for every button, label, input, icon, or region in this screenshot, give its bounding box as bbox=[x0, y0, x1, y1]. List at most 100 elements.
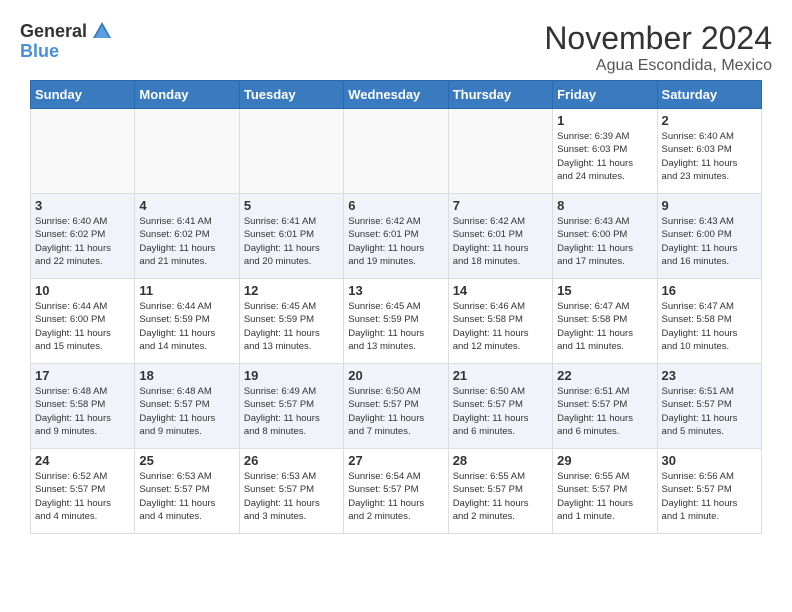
calendar-day bbox=[135, 109, 239, 194]
day-number: 7 bbox=[453, 198, 548, 213]
calendar-week-row: 10Sunrise: 6:44 AM Sunset: 6:00 PM Dayli… bbox=[31, 279, 762, 364]
header-monday: Monday bbox=[135, 81, 239, 109]
header-tuesday: Tuesday bbox=[239, 81, 343, 109]
calendar-day: 2 Sunrise: 6:40 AM Sunset: 6:03 PM Daylig… bbox=[657, 109, 761, 194]
day-number: 18 bbox=[139, 368, 234, 383]
header: General Blue November 2024 Agua Escondid… bbox=[10, 10, 782, 80]
logo-icon bbox=[91, 20, 113, 42]
day-number: 21 bbox=[453, 368, 548, 383]
day-info: Sunrise: 6:54 AM Sunset: 5:57 PM Dayligh… bbox=[348, 470, 443, 523]
day-info: Sunrise: 6:48 AM Sunset: 5:58 PM Dayligh… bbox=[35, 385, 130, 438]
header-wednesday: Wednesday bbox=[344, 81, 448, 109]
calendar-week-row: 3Sunrise: 6:40 AM Sunset: 6:02 PM Daylig… bbox=[31, 194, 762, 279]
day-number: 24 bbox=[35, 453, 130, 468]
day-number: 13 bbox=[348, 283, 443, 298]
day-number: 6 bbox=[348, 198, 443, 213]
day-info: Sunrise: 6:45 AM Sunset: 5:59 PM Dayligh… bbox=[244, 300, 339, 353]
day-number: 3 bbox=[35, 198, 130, 213]
logo-blue: Blue bbox=[20, 41, 59, 61]
calendar-day bbox=[344, 109, 448, 194]
month-title: November 2024 bbox=[544, 20, 772, 57]
calendar-day: 30 Sunrise: 6:56 AM Sunset: 5:57 PM Dayli… bbox=[657, 449, 761, 534]
day-info: Sunrise: 6:53 AM Sunset: 5:57 PM Dayligh… bbox=[244, 470, 339, 523]
day-info: Sunrise: 6:51 AM Sunset: 5:57 PM Dayligh… bbox=[557, 385, 652, 438]
header-saturday: Saturday bbox=[657, 81, 761, 109]
day-number: 11 bbox=[139, 283, 234, 298]
calendar-day: 13 Sunrise: 6:45 AM Sunset: 5:59 PM Dayli… bbox=[344, 279, 448, 364]
calendar-day: 25 Sunrise: 6:53 AM Sunset: 5:57 PM Dayli… bbox=[135, 449, 239, 534]
day-info: Sunrise: 6:43 AM Sunset: 6:00 PM Dayligh… bbox=[557, 215, 652, 268]
calendar-day bbox=[239, 109, 343, 194]
day-info: Sunrise: 6:41 AM Sunset: 6:01 PM Dayligh… bbox=[244, 215, 339, 268]
day-number: 22 bbox=[557, 368, 652, 383]
calendar-day: 15Sunrise: 6:47 AM Sunset: 5:58 PM Dayli… bbox=[553, 279, 657, 364]
calendar-day bbox=[448, 109, 552, 194]
day-info: Sunrise: 6:47 AM Sunset: 5:58 PM Dayligh… bbox=[557, 300, 652, 353]
day-number: 26 bbox=[244, 453, 339, 468]
calendar-day: 5 Sunrise: 6:41 AM Sunset: 6:01 PM Daylig… bbox=[239, 194, 343, 279]
day-number: 4 bbox=[139, 198, 234, 213]
calendar-day: 4 Sunrise: 6:41 AM Sunset: 6:02 PM Daylig… bbox=[135, 194, 239, 279]
calendar-day: 10Sunrise: 6:44 AM Sunset: 6:00 PM Dayli… bbox=[31, 279, 135, 364]
day-info: Sunrise: 6:42 AM Sunset: 6:01 PM Dayligh… bbox=[348, 215, 443, 268]
day-number: 30 bbox=[662, 453, 757, 468]
day-number: 5 bbox=[244, 198, 339, 213]
calendar-day: 8Sunrise: 6:43 AM Sunset: 6:00 PM Daylig… bbox=[553, 194, 657, 279]
calendar-day: 3Sunrise: 6:40 AM Sunset: 6:02 PM Daylig… bbox=[31, 194, 135, 279]
day-info: Sunrise: 6:40 AM Sunset: 6:03 PM Dayligh… bbox=[662, 130, 757, 183]
day-number: 17 bbox=[35, 368, 130, 383]
calendar-week-row: 17 Sunrise: 6:48 AM Sunset: 5:58 PM Dayli… bbox=[31, 364, 762, 449]
calendar-day: 18Sunrise: 6:48 AM Sunset: 5:57 PM Dayli… bbox=[135, 364, 239, 449]
day-info: Sunrise: 6:46 AM Sunset: 5:58 PM Dayligh… bbox=[453, 300, 548, 353]
calendar-day: 11 Sunrise: 6:44 AM Sunset: 5:59 PM Dayli… bbox=[135, 279, 239, 364]
day-info: Sunrise: 6:41 AM Sunset: 6:02 PM Dayligh… bbox=[139, 215, 234, 268]
calendar-week-row: 1Sunrise: 6:39 AM Sunset: 6:03 PM Daylig… bbox=[31, 109, 762, 194]
day-info: Sunrise: 6:50 AM Sunset: 5:57 PM Dayligh… bbox=[348, 385, 443, 438]
calendar-day: 27Sunrise: 6:54 AM Sunset: 5:57 PM Dayli… bbox=[344, 449, 448, 534]
day-info: Sunrise: 6:53 AM Sunset: 5:57 PM Dayligh… bbox=[139, 470, 234, 523]
weekday-header-row: Sunday Monday Tuesday Wednesday Thursday… bbox=[31, 81, 762, 109]
calendar-week-row: 24 Sunrise: 6:52 AM Sunset: 5:57 PM Dayli… bbox=[31, 449, 762, 534]
day-info: Sunrise: 6:44 AM Sunset: 5:59 PM Dayligh… bbox=[139, 300, 234, 353]
calendar-day: 28Sunrise: 6:55 AM Sunset: 5:57 PM Dayli… bbox=[448, 449, 552, 534]
logo: General Blue bbox=[20, 20, 113, 62]
calendar-day: 19 Sunrise: 6:49 AM Sunset: 5:57 PM Dayli… bbox=[239, 364, 343, 449]
calendar-day: 14Sunrise: 6:46 AM Sunset: 5:58 PM Dayli… bbox=[448, 279, 552, 364]
calendar-day: 7 Sunrise: 6:42 AM Sunset: 6:01 PM Daylig… bbox=[448, 194, 552, 279]
day-number: 28 bbox=[453, 453, 548, 468]
calendar-container: Sunday Monday Tuesday Wednesday Thursday… bbox=[10, 80, 782, 534]
day-number: 19 bbox=[244, 368, 339, 383]
day-number: 23 bbox=[662, 368, 757, 383]
calendar-day: 16Sunrise: 6:47 AM Sunset: 5:58 PM Dayli… bbox=[657, 279, 761, 364]
calendar-day: 12 Sunrise: 6:45 AM Sunset: 5:59 PM Dayli… bbox=[239, 279, 343, 364]
header-friday: Friday bbox=[553, 81, 657, 109]
calendar-day: 9Sunrise: 6:43 AM Sunset: 6:00 PM Daylig… bbox=[657, 194, 761, 279]
calendar-day: 23Sunrise: 6:51 AM Sunset: 5:57 PM Dayli… bbox=[657, 364, 761, 449]
day-info: Sunrise: 6:52 AM Sunset: 5:57 PM Dayligh… bbox=[35, 470, 130, 523]
day-number: 20 bbox=[348, 368, 443, 383]
day-info: Sunrise: 6:56 AM Sunset: 5:57 PM Dayligh… bbox=[662, 470, 757, 523]
calendar-table: Sunday Monday Tuesday Wednesday Thursday… bbox=[30, 80, 762, 534]
day-number: 29 bbox=[557, 453, 652, 468]
logo-general: General bbox=[20, 22, 87, 40]
day-info: Sunrise: 6:42 AM Sunset: 6:01 PM Dayligh… bbox=[453, 215, 548, 268]
calendar-day: 26 Sunrise: 6:53 AM Sunset: 5:57 PM Dayli… bbox=[239, 449, 343, 534]
calendar-day: 24 Sunrise: 6:52 AM Sunset: 5:57 PM Dayli… bbox=[31, 449, 135, 534]
day-number: 16 bbox=[662, 283, 757, 298]
day-info: Sunrise: 6:39 AM Sunset: 6:03 PM Dayligh… bbox=[557, 130, 652, 183]
calendar-day bbox=[31, 109, 135, 194]
header-sunday: Sunday bbox=[31, 81, 135, 109]
day-number: 12 bbox=[244, 283, 339, 298]
location-title: Agua Escondida, Mexico bbox=[544, 57, 772, 75]
day-info: Sunrise: 6:50 AM Sunset: 5:57 PM Dayligh… bbox=[453, 385, 548, 438]
day-info: Sunrise: 6:45 AM Sunset: 5:59 PM Dayligh… bbox=[348, 300, 443, 353]
day-number: 2 bbox=[662, 113, 757, 128]
calendar-day: 29Sunrise: 6:55 AM Sunset: 5:57 PM Dayli… bbox=[553, 449, 657, 534]
calendar-day: 6 Sunrise: 6:42 AM Sunset: 6:01 PM Daylig… bbox=[344, 194, 448, 279]
day-number: 25 bbox=[139, 453, 234, 468]
day-info: Sunrise: 6:44 AM Sunset: 6:00 PM Dayligh… bbox=[35, 300, 130, 353]
calendar-day: 20 Sunrise: 6:50 AM Sunset: 5:57 PM Dayli… bbox=[344, 364, 448, 449]
day-info: Sunrise: 6:49 AM Sunset: 5:57 PM Dayligh… bbox=[244, 385, 339, 438]
calendar-day: 22 Sunrise: 6:51 AM Sunset: 5:57 PM Dayli… bbox=[553, 364, 657, 449]
day-info: Sunrise: 6:43 AM Sunset: 6:00 PM Dayligh… bbox=[662, 215, 757, 268]
